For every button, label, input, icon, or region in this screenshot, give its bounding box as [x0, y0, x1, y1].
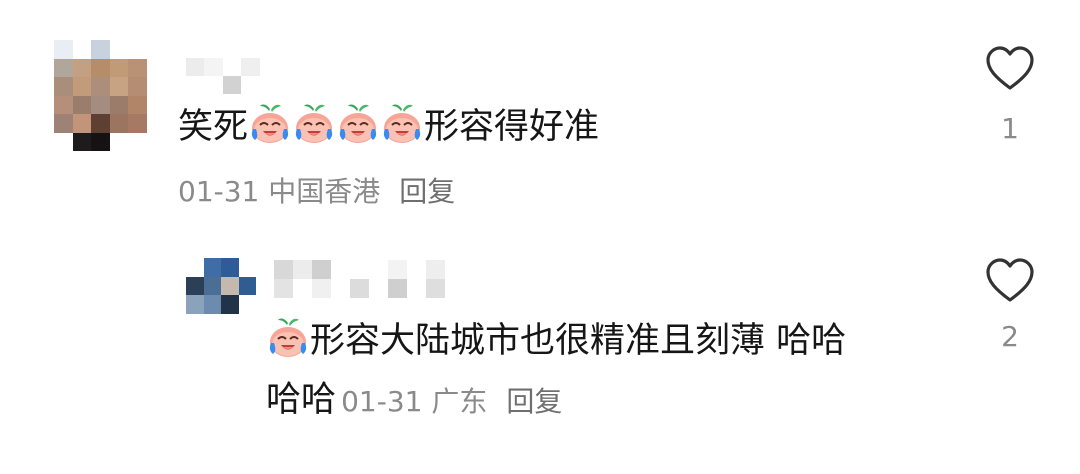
- comment-text-suffix: 形容得好准: [424, 107, 600, 147]
- reply-line2: 哈哈 01-31 广东 回复: [266, 376, 562, 424]
- crying-laughing-peach-emoji-icon: [380, 102, 424, 146]
- comment-meta: 01-31 中国香港 回复: [178, 174, 455, 210]
- username-redacted[interactable]: [274, 260, 464, 298]
- reply-location: 广东: [431, 385, 488, 418]
- crying-laughing-peach-emoji-icon: [266, 316, 310, 360]
- reply-text-line1: 形容大陆城市也很精准且刻薄 哈哈: [310, 321, 847, 361]
- heart-outline-icon[interactable]: [985, 258, 1035, 304]
- reply-text: 形容大陆城市也很精准且刻薄 哈哈: [266, 316, 846, 365]
- comment-date: 01-31: [178, 175, 260, 208]
- reply-text-line2: 哈哈: [266, 380, 337, 420]
- reply-button[interactable]: 回复: [399, 175, 455, 208]
- crying-laughing-peach-emoji-icon: [292, 102, 336, 146]
- avatar[interactable]: [186, 258, 256, 314]
- reply-button[interactable]: 回复: [506, 385, 562, 418]
- comment-text: 笑死 形容得好准: [178, 102, 599, 151]
- reply-meta: 01-31 广东 回复: [341, 385, 562, 418]
- like-count: 2: [1001, 320, 1019, 353]
- comment-text-prefix: 笑死: [178, 107, 249, 147]
- crying-laughing-peach-emoji-icon: [248, 102, 292, 146]
- username-redacted[interactable]: [186, 58, 278, 94]
- like-count: 1: [1001, 112, 1019, 145]
- avatar[interactable]: [54, 40, 147, 151]
- heart-outline-icon[interactable]: [985, 46, 1035, 92]
- reply-date: 01-31: [341, 385, 423, 418]
- comment-location: 中国香港: [268, 175, 381, 208]
- crying-laughing-peach-emoji-icon: [336, 102, 380, 146]
